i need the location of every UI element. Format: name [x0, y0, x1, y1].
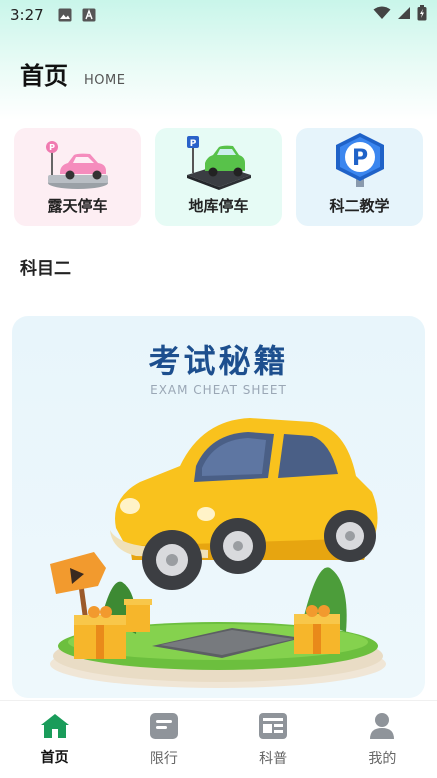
svg-text:P: P	[49, 143, 55, 152]
wifi-icon	[373, 6, 391, 24]
page-header: 首页 HOME	[20, 56, 125, 91]
parking-sign-icon: P	[330, 131, 390, 191]
bottom-tab-bar: 首页 限行 科普 我的	[0, 700, 437, 778]
garage-parking-icon: P	[183, 135, 255, 191]
card-label: 科二教学	[329, 197, 390, 215]
page-subtitle: HOME	[84, 73, 126, 88]
exam-tips-banner[interactable]: 考试秘籍 EXAM CHEAT SHEET	[12, 316, 425, 698]
user-icon	[368, 712, 396, 744]
note-icon	[149, 712, 179, 744]
section-title: 科目二	[20, 259, 71, 279]
tab-label: 科普	[259, 750, 288, 767]
font-icon	[82, 8, 96, 22]
home-icon	[40, 713, 70, 743]
card-garage-parking[interactable]: P 地库停车	[155, 128, 282, 226]
svg-text:P: P	[189, 139, 196, 149]
battery-icon	[417, 5, 427, 25]
image-icon	[58, 8, 72, 22]
news-icon	[258, 712, 288, 744]
tab-science[interactable]: 科普	[223, 712, 323, 768]
svg-text:P: P	[351, 146, 367, 171]
tab-mine[interactable]: 我的	[332, 712, 432, 768]
banner-subtitle: EXAM CHEAT SHEET	[150, 383, 287, 397]
tab-traffic-restriction[interactable]: 限行	[114, 712, 214, 768]
signal-icon	[397, 6, 411, 24]
tab-label: 我的	[368, 750, 397, 767]
card-label: 露天停车	[47, 197, 108, 215]
card-outdoor-parking[interactable]: P 露天停车	[14, 128, 141, 226]
card-label: 地库停车	[188, 197, 249, 215]
status-time: 3:27	[10, 6, 44, 24]
outdoor-parking-icon: P	[42, 139, 114, 191]
banner-title: 考试秘籍	[148, 342, 289, 380]
quick-cards: P 露天停车 P 地库停车 P 科二教学	[14, 128, 423, 226]
page-title: 首页	[20, 62, 68, 90]
status-bar: 3:27	[0, 0, 437, 30]
tab-label: 限行	[149, 750, 178, 767]
card-subject-two-teaching[interactable]: P 科二教学	[296, 128, 423, 226]
tab-home[interactable]: 首页	[5, 713, 105, 767]
tab-label: 首页	[40, 749, 69, 766]
